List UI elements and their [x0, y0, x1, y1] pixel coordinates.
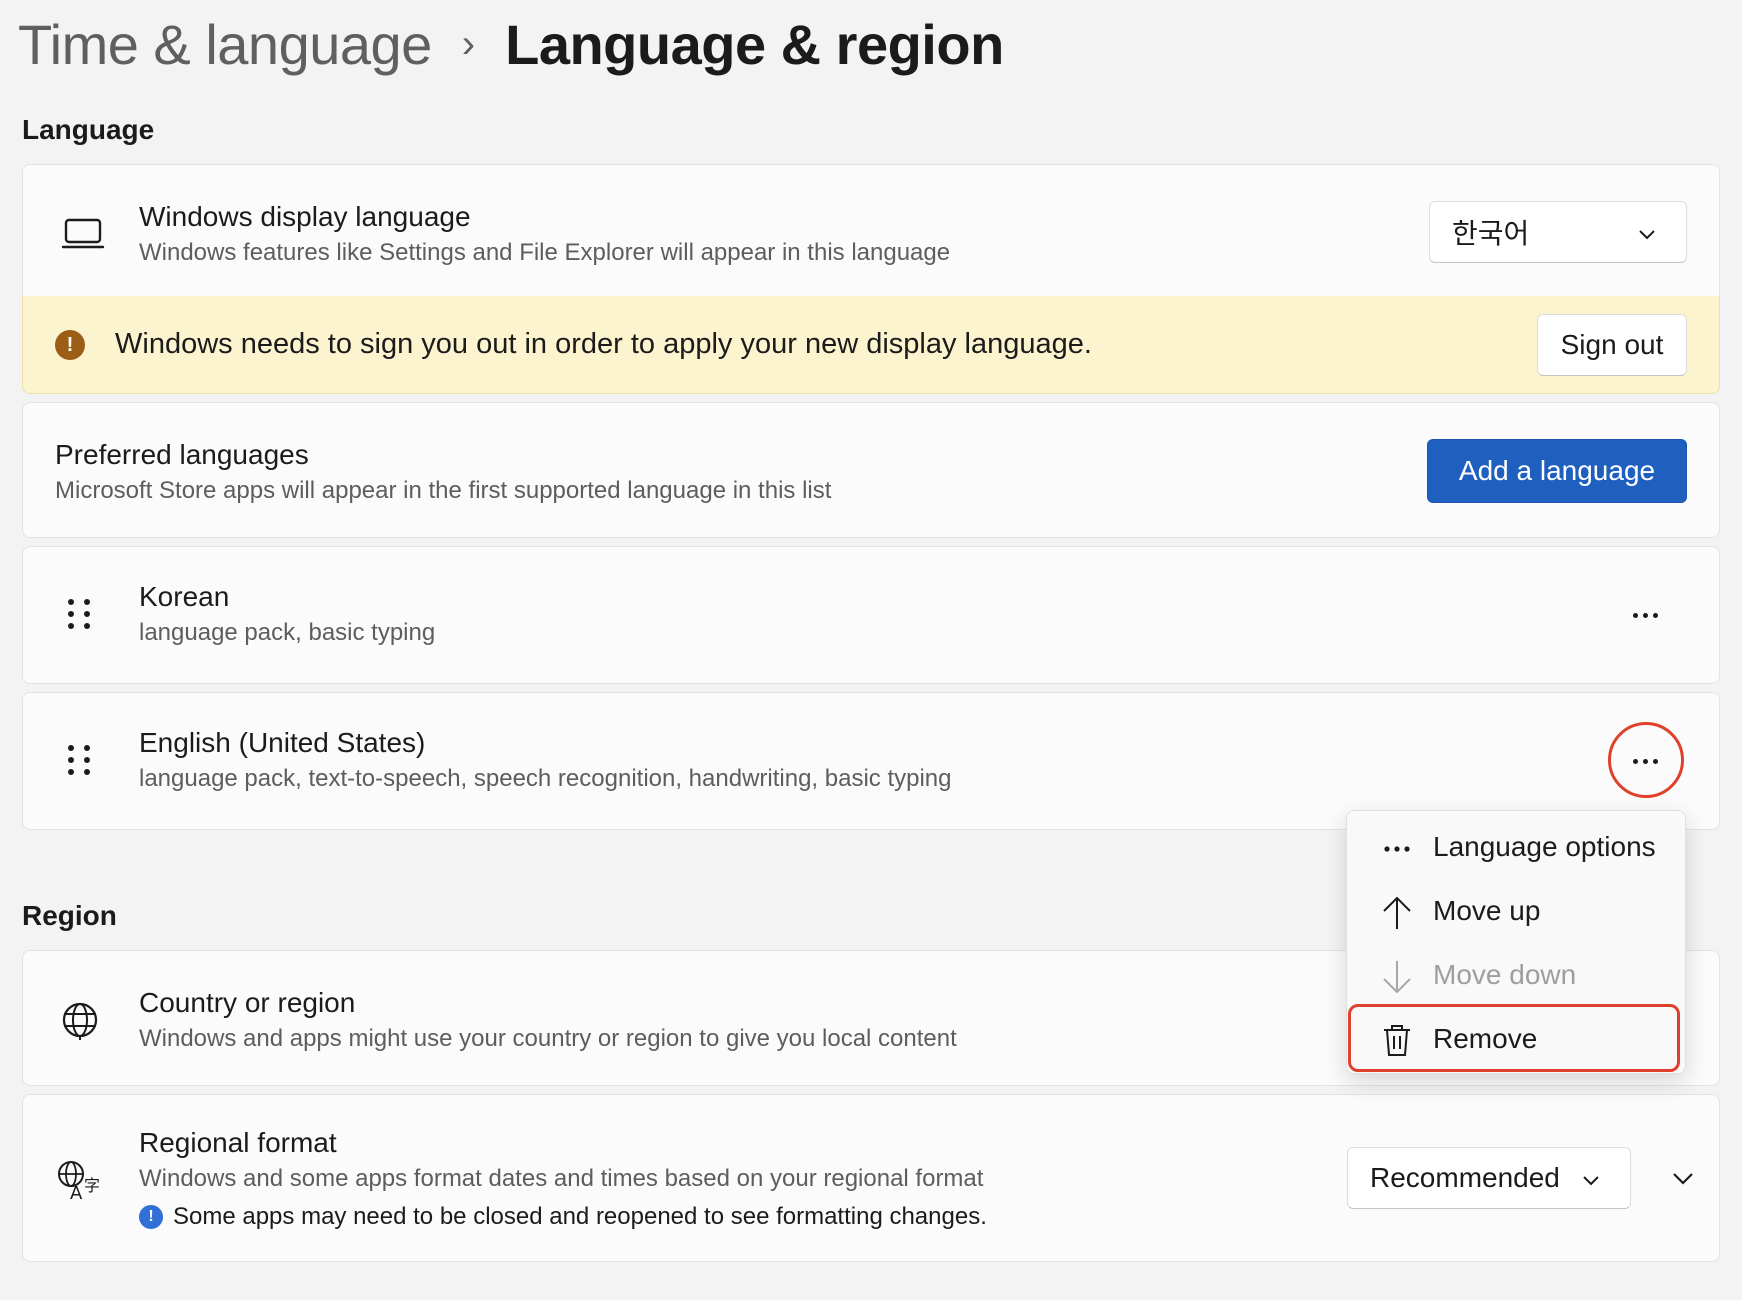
country-region-description: Windows and apps might use your country … — [139, 1025, 957, 1052]
display-language-title: Windows display language — [139, 201, 471, 232]
chevron-down-icon — [1582, 1162, 1600, 1194]
regional-format-note: Some apps may need to be closed and reop… — [173, 1203, 987, 1230]
breadcrumb: Time & language › Language & region — [18, 4, 1004, 84]
language-name: Korean — [139, 581, 230, 612]
language-name: English (United States) — [139, 727, 426, 758]
svg-text:字: 字 — [84, 1176, 100, 1195]
regional-format-title: Regional format — [139, 1127, 337, 1158]
globe-icon — [57, 997, 103, 1043]
info-icon: ! — [139, 1205, 163, 1229]
more-icon — [1377, 829, 1417, 869]
arrow-down-icon — [1377, 957, 1417, 997]
arrow-up-icon — [1377, 893, 1417, 933]
expand-chevron-icon[interactable] — [1667, 1165, 1699, 1193]
menu-item-label: Language options — [1433, 831, 1656, 862]
menu-item-label: Move down — [1433, 959, 1577, 990]
regional-format-description: Windows and some apps format dates and t… — [139, 1165, 984, 1192]
section-title-language: Language — [22, 114, 155, 145]
menu-item-move-up[interactable]: Move up — [1347, 883, 1687, 943]
display-language-select[interactable]: 한국어 — [1429, 201, 1687, 263]
language-item-korean[interactable]: Korean language pack, basic typing — [22, 546, 1720, 684]
country-region-title: Country or region — [139, 987, 356, 1018]
regional-format-value: Recommended — [1370, 1162, 1560, 1193]
svg-text:A: A — [70, 1183, 83, 1201]
breadcrumb-parent[interactable]: Time & language — [18, 12, 432, 77]
menu-item-label: Move up — [1433, 895, 1541, 926]
preferred-languages-card: Preferred languages Microsoft Store apps… — [22, 402, 1720, 538]
preferred-languages-title: Preferred languages — [55, 439, 309, 470]
language-features: language pack, basic typing — [139, 619, 436, 646]
regional-format-select[interactable]: Recommended — [1347, 1147, 1631, 1209]
laptop-icon — [53, 209, 113, 259]
more-options-highlight — [1608, 722, 1684, 798]
add-language-button[interactable]: Add a language — [1427, 439, 1687, 503]
sign-out-warning: ! Windows needs to sign you out in order… — [22, 296, 1720, 394]
display-language-description: Windows features like Settings and File … — [139, 239, 951, 266]
warning-message: Windows needs to sign you out in order t… — [115, 328, 1092, 360]
breadcrumb-separator: › — [461, 21, 476, 66]
chevron-down-icon — [1638, 216, 1656, 248]
drag-handle-icon[interactable] — [68, 745, 90, 775]
warning-icon: ! — [55, 330, 85, 360]
display-language-value: 한국어 — [1452, 218, 1530, 249]
language-format-icon: A 字 — [55, 1157, 103, 1203]
preferred-languages-description: Microsoft Store apps will appear in the … — [55, 477, 832, 504]
remove-highlight — [1348, 1004, 1680, 1072]
section-title-region: Region — [22, 900, 117, 931]
more-options-icon[interactable] — [1633, 613, 1658, 618]
menu-item-language-options[interactable]: Language options — [1347, 819, 1687, 879]
display-language-card: Windows display language Windows feature… — [22, 164, 1720, 300]
language-features: language pack, text-to-speech, speech re… — [139, 765, 952, 792]
sign-out-button[interactable]: Sign out — [1537, 314, 1687, 376]
page-title: Language & region — [505, 12, 1004, 76]
drag-handle-icon[interactable] — [68, 599, 90, 629]
menu-item-move-down: Move down — [1347, 947, 1687, 1007]
regional-format-card[interactable]: A 字 Regional format Windows and some app… — [22, 1094, 1720, 1262]
